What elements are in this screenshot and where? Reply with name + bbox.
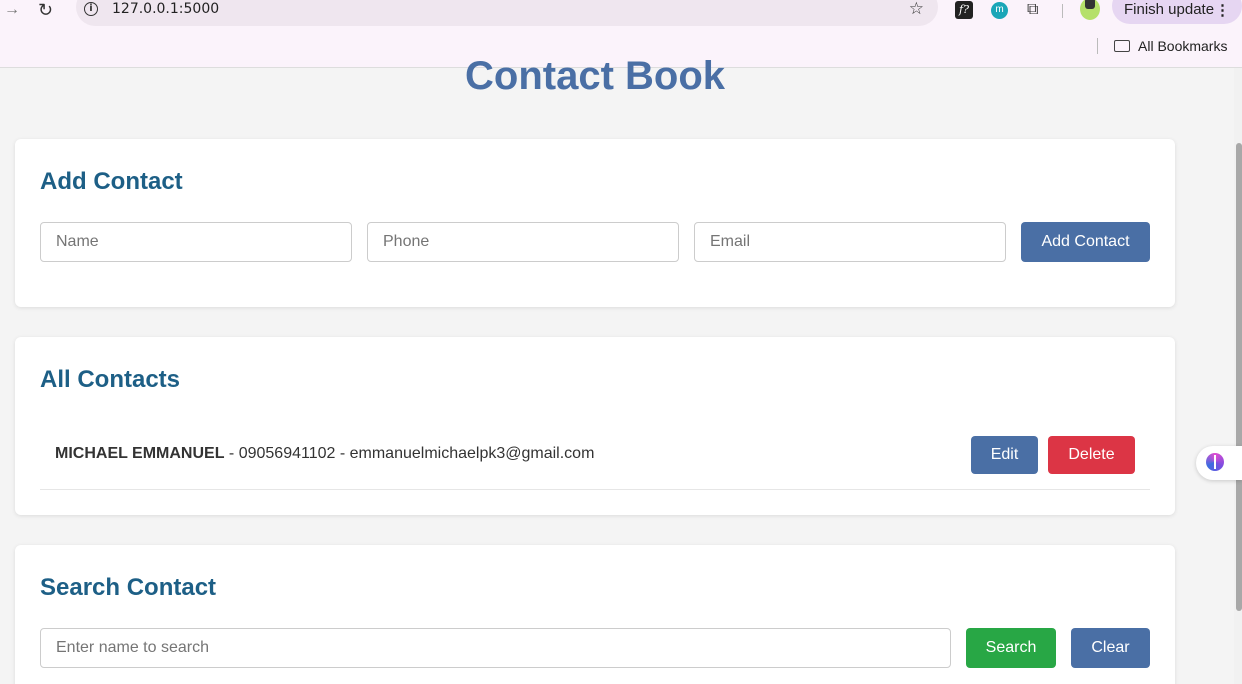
name-input[interactable] [40, 222, 352, 262]
add-contact-button[interactable]: Add Contact [1021, 222, 1150, 262]
brain-icon [1206, 453, 1224, 471]
menu-kebab-icon[interactable]: ⋮ [1215, 1, 1230, 19]
all-bookmarks-link[interactable]: All Bookmarks [1138, 38, 1227, 54]
site-info-icon[interactable]: i [84, 2, 98, 16]
extension-f-icon[interactable]: f? [955, 1, 973, 19]
contact-name: MICHAEL EMMANUEL [55, 445, 225, 462]
contact-separator: - [224, 445, 239, 462]
finish-update-label: Finish update [1124, 1, 1215, 18]
extensions-puzzle-icon[interactable]: ⧉ [1027, 1, 1045, 19]
edit-button[interactable]: Edit [971, 436, 1038, 474]
forward-icon[interactable]: → [4, 1, 20, 19]
search-button[interactable]: Search [966, 628, 1056, 668]
phone-input[interactable] [367, 222, 679, 262]
all-contacts-heading: All Contacts [40, 366, 181, 393]
add-contact-card: Add Contact Add Contact [15, 139, 1175, 307]
page-title: Contact Book [465, 54, 725, 98]
all-contacts-card: All Contacts MICHAEL EMMANUEL - 09056941… [15, 337, 1175, 515]
folder-icon [1114, 40, 1130, 52]
finish-update-button[interactable]: Finish update ⋮ [1112, 0, 1242, 24]
contact-details: MICHAEL EMMANUEL - 09056941102 - emmanue… [55, 445, 594, 463]
address-bar[interactable]: i 127.0.0.1:5000 ☆ [76, 0, 938, 26]
bookmark-star-icon[interactable]: ☆ [909, 0, 924, 19]
search-contact-heading: Search Contact [40, 574, 217, 601]
contact-phone: 09056941102 [238, 445, 336, 462]
clear-button[interactable]: Clear [1071, 628, 1150, 668]
profile-avatar[interactable] [1080, 0, 1100, 20]
contact-separator: - [335, 445, 350, 462]
extension-m-icon[interactable]: m [991, 2, 1008, 19]
email-input[interactable] [694, 222, 1006, 262]
add-contact-heading: Add Contact [40, 168, 183, 195]
scrollbar-thumb[interactable] [1236, 143, 1242, 611]
assistant-widget[interactable] [1196, 446, 1242, 480]
search-contact-card: Search Contact Search Clear [15, 545, 1175, 684]
bookmarks-divider [1097, 38, 1098, 54]
delete-button[interactable]: Delete [1048, 436, 1135, 474]
url-text[interactable]: 127.0.0.1:5000 [112, 1, 219, 17]
contact-email: emmanuelmichaelpk3@gmail.com [349, 445, 595, 462]
toolbar-divider [1062, 4, 1063, 18]
reload-icon[interactable]: ↻ [38, 0, 53, 21]
contact-list-item: MICHAEL EMMANUEL - 09056941102 - emmanue… [40, 427, 1150, 490]
search-input[interactable] [40, 628, 951, 668]
